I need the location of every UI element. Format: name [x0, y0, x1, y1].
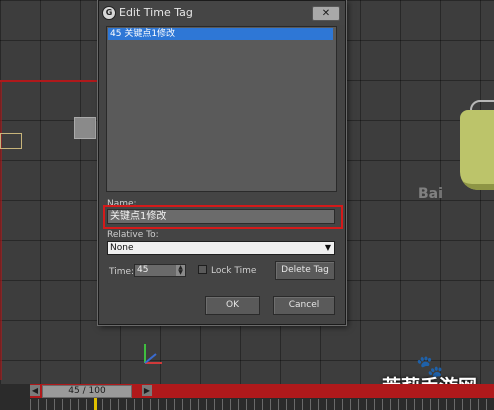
- lock-time-label: Lock Time: [211, 266, 257, 276]
- chevron-down-icon[interactable]: ▼: [325, 242, 331, 254]
- delete-tag-button[interactable]: Delete Tag: [275, 261, 335, 280]
- axis-gizmo-icon: [144, 344, 162, 364]
- spinner-arrows-icon[interactable]: ▲ ▼: [176, 265, 185, 276]
- relative-to-select[interactable]: None ▼: [107, 241, 335, 255]
- scene-cube[interactable]: [74, 117, 96, 139]
- ok-button[interactable]: OK: [205, 296, 260, 315]
- time-slider[interactable]: 45 / 100: [42, 385, 132, 398]
- timeline-ruler[interactable]: [30, 399, 494, 410]
- list-item[interactable]: 45 关键点1修改: [108, 28, 333, 40]
- time-label: Time:: [109, 267, 135, 277]
- previous-frame-icon[interactable]: ◀: [30, 385, 40, 396]
- scene-object-outline[interactable]: [0, 133, 22, 149]
- dialog-titlebar[interactable]: G Edit Time Tag ✕: [99, 1, 345, 25]
- relative-to-label: Relative To:: [107, 230, 159, 240]
- annotation-highlight-box: [103, 205, 343, 229]
- time-value: 45: [137, 265, 149, 275]
- time-spinner[interactable]: 45 ▲ ▼: [134, 264, 186, 277]
- close-button[interactable]: ✕: [312, 6, 340, 21]
- viewport-red-border-left: [0, 80, 2, 380]
- lock-time-checkbox[interactable]: [198, 265, 207, 274]
- next-frame-icon[interactable]: ▶: [142, 385, 152, 396]
- cancel-button[interactable]: Cancel: [273, 296, 335, 315]
- time-tag-list[interactable]: 45 关键点1修改: [106, 26, 337, 192]
- relative-to-value: None: [110, 243, 134, 253]
- scene-teapot[interactable]: [460, 110, 494, 190]
- current-time-marker: [94, 398, 97, 410]
- dialog-title: Edit Time Tag: [119, 6, 193, 19]
- app-logo-icon: G: [102, 6, 116, 20]
- baidu-watermark: Bai: [418, 186, 443, 202]
- timeline[interactable]: ◀ 45 / 100 ▶: [0, 384, 494, 410]
- edit-time-tag-dialog: G Edit Time Tag ✕ 45 关键点1修改 Name: 关键点1修改…: [98, 0, 346, 325]
